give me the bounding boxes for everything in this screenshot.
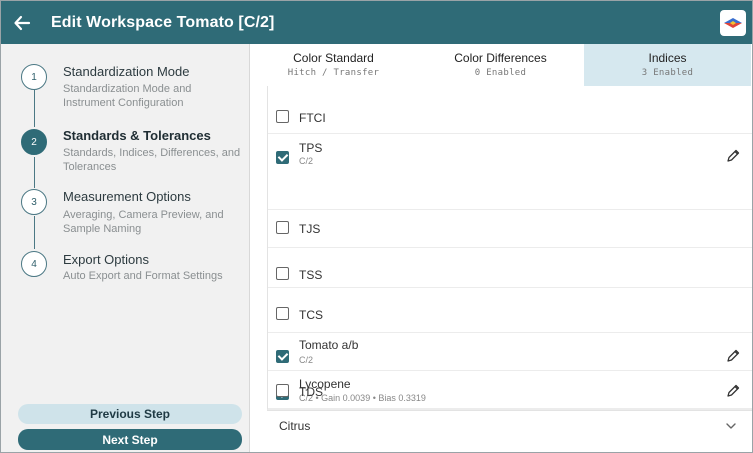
step-title: Measurement Options <box>63 189 191 204</box>
step-subtitle: Averaging, Camera Preview, and Sample Na… <box>63 209 224 235</box>
step-number: 1 <box>21 64 47 90</box>
edit-pencil-icon[interactable] <box>725 348 741 364</box>
app-window: Edit Workspace Tomato [C/2] 1 Standardiz… <box>0 0 753 453</box>
stepper-panel: 1 Standardization Mode Standardization M… <box>1 44 250 452</box>
page-title: Edit Workspace Tomato [C/2] <box>51 13 275 31</box>
step-number: 3 <box>21 189 47 215</box>
index-checkbox[interactable] <box>276 384 289 397</box>
tab-sublabel: 0 Enabled <box>474 68 527 78</box>
tab-indices[interactable]: Indices 3 Enabled <box>584 44 751 86</box>
index-sublabel: C/2 <box>299 156 314 166</box>
index-checkbox[interactable] <box>276 267 289 280</box>
index-label: TDS <box>299 385 323 399</box>
next-step-button[interactable]: Next Step <box>18 429 242 450</box>
previous-step-button[interactable]: Previous Step <box>18 404 242 424</box>
brand-logo-button[interactable] <box>720 10 746 36</box>
tab-color-differences[interactable]: Color Differences 0 Enabled <box>417 44 584 86</box>
index-checkbox[interactable] <box>276 350 289 363</box>
tab-label: Indices <box>648 51 687 65</box>
index-sublabel: C/2 <box>299 355 314 365</box>
index-label: TCS <box>299 308 323 322</box>
app-bar: Edit Workspace Tomato [C/2] <box>1 1 752 44</box>
list-item[interactable]: TJS <box>268 210 752 248</box>
chevron-down-icon <box>726 423 736 429</box>
group-label: Citrus <box>279 419 311 433</box>
index-label: FTCI <box>299 111 326 125</box>
index-checkbox[interactable] <box>276 307 289 320</box>
tab-label: Color Standard <box>293 51 374 65</box>
step-connector <box>34 157 35 188</box>
step-subtitle: Standards, Indices, Differences, and Tol… <box>63 147 241 173</box>
list-item[interactable]: TDS <box>267 375 752 410</box>
tab-color-standard[interactable]: Color Standard Hitch / Transfer <box>250 44 417 86</box>
step-connector <box>34 216 35 249</box>
list-item[interactable]: FTCI <box>268 86 752 134</box>
indices-list: FTCI TPS C/2 TJS TSS TCS Tomato a/b C/2 … <box>267 86 752 409</box>
back-button[interactable] <box>1 1 43 44</box>
index-label: TPS <box>299 141 323 155</box>
step-title: Export Options <box>63 252 149 267</box>
step-subtitle: Auto Export and Format Settings <box>63 270 223 282</box>
list-item[interactable]: TPS C/2 <box>268 134 752 210</box>
tab-sublabel: Hitch / Transfer <box>287 68 380 78</box>
step-connector <box>34 90 35 127</box>
step-title: Standardization Mode <box>63 64 190 79</box>
main-panel: Color Standard Hitch / Transfer Color Di… <box>250 44 752 452</box>
tab-sublabel: 3 Enabled <box>641 68 694 78</box>
index-label: TSS <box>299 268 323 282</box>
brand-logo-icon <box>724 18 742 28</box>
arrow-left-icon <box>14 15 31 30</box>
step-title: Standards & Tolerances <box>63 128 211 143</box>
tab-bar: Color Standard Hitch / Transfer Color Di… <box>250 44 752 86</box>
list-item[interactable]: Tomato a/b C/2 <box>268 333 752 371</box>
edit-pencil-icon[interactable] <box>725 148 741 164</box>
list-item[interactable]: TSS <box>268 248 752 288</box>
list-item[interactable]: TCS <box>268 288 752 333</box>
step-subtitle: Standardization Mode and Instrument Conf… <box>63 83 192 109</box>
tab-label: Color Differences <box>454 51 547 65</box>
index-checkbox[interactable] <box>276 221 289 234</box>
step-number: 4 <box>21 251 47 277</box>
index-checkbox[interactable] <box>276 110 289 123</box>
index-checkbox[interactable] <box>276 151 289 164</box>
step-number: 2 <box>21 129 47 155</box>
citrus-group-header[interactable]: Citrus <box>267 410 752 440</box>
index-label: TJS <box>299 222 321 236</box>
index-label: Tomato a/b <box>299 338 359 352</box>
